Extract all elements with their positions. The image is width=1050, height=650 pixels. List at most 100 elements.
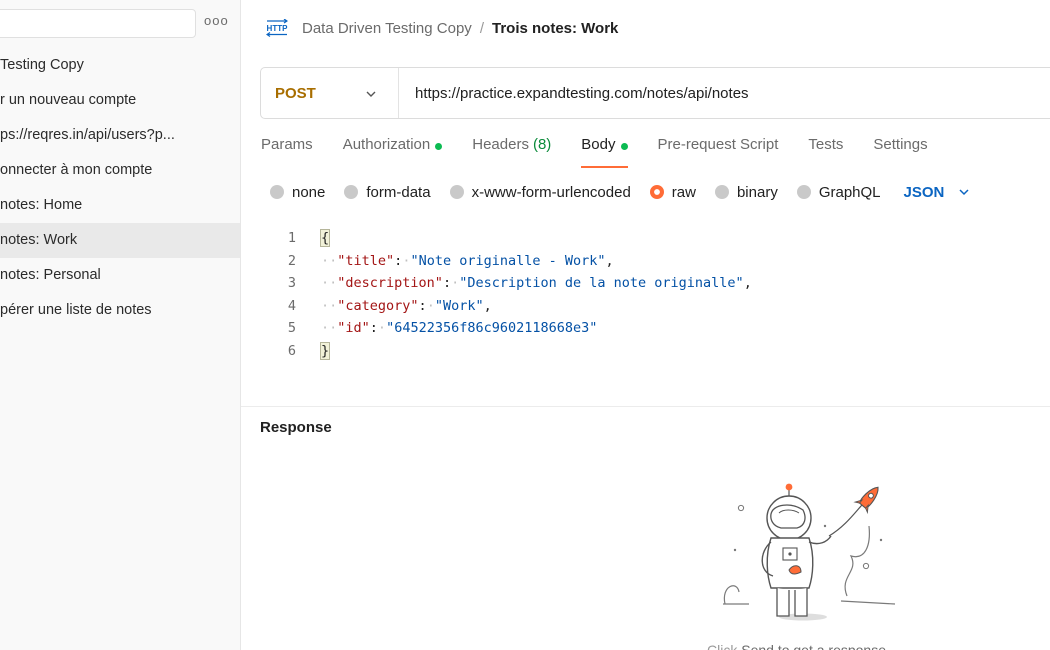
- breadcrumb-separator: /: [479, 19, 484, 37]
- json-value: "64522356f86c9602118668e3": [386, 320, 598, 336]
- radio-label: raw: [671, 183, 696, 201]
- sidebar-item-notes-list[interactable]: pérer une liste de notes: [0, 293, 240, 328]
- tab-label: Settings: [873, 136, 928, 153]
- sidebar-search-input[interactable]: [0, 9, 196, 38]
- editor-line: 2 ··"title":·"Note originalle - Work",: [252, 250, 1050, 273]
- more-options-icon[interactable]: ooo: [204, 13, 229, 28]
- sidebar-item-notes-work[interactable]: notes: Work: [0, 223, 240, 258]
- response-hint-click: Click: [707, 642, 738, 650]
- radio-label: binary: [736, 183, 778, 201]
- sidebar-item-reqres-users[interactable]: ps://reqres.in/api/users?p...: [0, 118, 240, 153]
- code-editor[interactable]: 1 { 2 ··"title":·"Note originalle - Work…: [252, 227, 1050, 397]
- radio-label: form-data: [366, 183, 431, 201]
- astronaut-illustration: [723, 483, 896, 621]
- line-number: 3: [287, 275, 296, 291]
- status-dot: [435, 143, 443, 150]
- radio-button[interactable]: [714, 185, 729, 199]
- body-type-form-data[interactable]: form-data: [344, 183, 431, 201]
- tab-pre-request-script[interactable]: Pre-request Script: [658, 136, 779, 166]
- radio-label: GraphQL: [818, 183, 881, 201]
- body-type-none[interactable]: none: [270, 184, 325, 201]
- url-input[interactable]: https://practice.expandtesting.com/notes…: [399, 85, 749, 102]
- response-title: Response: [260, 419, 332, 436]
- format-select[interactable]: JSON: [904, 184, 971, 201]
- status-dot: [620, 143, 628, 150]
- sidebar-item-label: Testing Copy: [0, 57, 84, 73]
- svg-text:HTTP: HTTP: [267, 24, 288, 33]
- request-panel: HTTP Data Driven Testing Copy / Trois no…: [241, 0, 1050, 650]
- tab-settings[interactable]: Settings: [873, 136, 927, 166]
- tab-params[interactable]: Params: [261, 136, 313, 166]
- sidebar-item-label: notes: Personal: [0, 267, 101, 283]
- chevron-down-icon: [366, 91, 376, 97]
- body-type-binary[interactable]: binary: [714, 183, 778, 201]
- editor-line: 5 ··"id":·"64522356f86c9602118668e3": [252, 317, 1050, 340]
- json-key: "title": [337, 252, 395, 269]
- sidebar-item-create-account[interactable]: r un nouveau compte: [0, 83, 240, 118]
- tab-label: Params: [261, 136, 313, 153]
- body-type-graphql[interactable]: GraphQL: [796, 183, 881, 201]
- tab-headers[interactable]: Headers (8): [472, 136, 551, 166]
- editor-line: 1 {: [252, 227, 1050, 250]
- breadcrumb: HTTP Data Driven Testing Copy / Trois no…: [266, 16, 618, 40]
- method-select[interactable]: POST: [261, 68, 399, 118]
- body-type-selector: none form-data x-www-form-urlencoded raw…: [270, 181, 970, 203]
- sidebar-item-label: notes: Work: [0, 232, 78, 248]
- tab-authorization[interactable]: Authorization: [343, 136, 443, 166]
- http-icon: HTTP: [266, 19, 288, 37]
- sidebar-item-label: notes: Home: [0, 197, 83, 213]
- tab-body[interactable]: Body: [581, 136, 628, 168]
- request-tabs: Params Authorization Headers (8) Body Pre…: [261, 136, 958, 168]
- method-label: POST: [275, 84, 316, 102]
- tab-label: Headers: [472, 136, 529, 153]
- request-title[interactable]: Trois notes: Work: [492, 20, 618, 37]
- sidebar: ooo Testing Copy r un nouveau compte ps:…: [0, 0, 241, 650]
- sidebar-item-label: r un nouveau compte: [0, 92, 137, 108]
- close-brace: }: [319, 341, 331, 360]
- radio-button[interactable]: [344, 185, 359, 199]
- editor-line: 3 ··"description":·"Description de la no…: [252, 272, 1050, 295]
- editor-line: 6 }: [252, 340, 1050, 363]
- headers-count: (8): [532, 136, 552, 153]
- url-bar: POST https://practice.expandtesting.com/…: [260, 67, 1050, 119]
- radio-button[interactable]: [796, 185, 811, 199]
- line-number: 5: [287, 320, 296, 336]
- json-value: "Work": [434, 297, 484, 314]
- sidebar-item-label: pérer une liste de notes: [0, 302, 152, 318]
- response-divider[interactable]: [241, 406, 1050, 407]
- json-key: "category": [337, 297, 419, 314]
- radio-label: none: [292, 183, 326, 201]
- body-type-urlencoded[interactable]: x-www-form-urlencoded: [449, 183, 631, 201]
- sidebar-item-label: onnecter à mon compte: [0, 162, 153, 178]
- json-key: "id": [337, 320, 370, 336]
- sidebar-request-list: Testing Copy r un nouveau compte ps://re…: [0, 48, 240, 328]
- json-value: "Note originalle - Work": [410, 252, 606, 269]
- radio-label: x-www-form-urlencoded: [471, 183, 631, 201]
- tab-tests[interactable]: Tests: [808, 136, 843, 166]
- response-hint: Click Send to get a response: [707, 642, 886, 650]
- radio-button[interactable]: [449, 185, 464, 199]
- json-key: "description": [337, 275, 443, 291]
- sidebar-item-notes-home[interactable]: notes: Home: [0, 188, 240, 223]
- line-number: 4: [287, 297, 296, 314]
- response-hint-text: Send to get a response: [737, 642, 887, 650]
- breadcrumb-collection-link[interactable]: Data Driven Testing Copy: [302, 20, 472, 37]
- open-brace: {: [319, 229, 331, 247]
- sidebar-item-collection[interactable]: Testing Copy: [0, 48, 240, 83]
- tab-label: Pre-request Script: [657, 136, 779, 153]
- editor-line: 4 ··"category":·"Work",: [252, 295, 1050, 318]
- sidebar-item-login[interactable]: onnecter à mon compte: [0, 153, 240, 188]
- json-value: "Description de la note originalle": [459, 275, 744, 291]
- radio-button[interactable]: [270, 185, 284, 199]
- tab-label: Authorization: [342, 136, 431, 153]
- radio-button-selected[interactable]: [649, 185, 664, 199]
- tab-label: Body: [581, 136, 616, 153]
- sidebar-item-notes-personal[interactable]: notes: Personal: [0, 258, 240, 293]
- body-type-raw[interactable]: raw: [649, 183, 696, 201]
- line-number: 1: [287, 230, 296, 246]
- format-select-label: JSON: [903, 183, 945, 201]
- sidebar-item-label: ps://reqres.in/api/users?p...: [0, 127, 175, 143]
- tab-label: Tests: [808, 136, 844, 153]
- line-number: 6: [287, 342, 296, 359]
- chevron-down-icon: [959, 189, 969, 196]
